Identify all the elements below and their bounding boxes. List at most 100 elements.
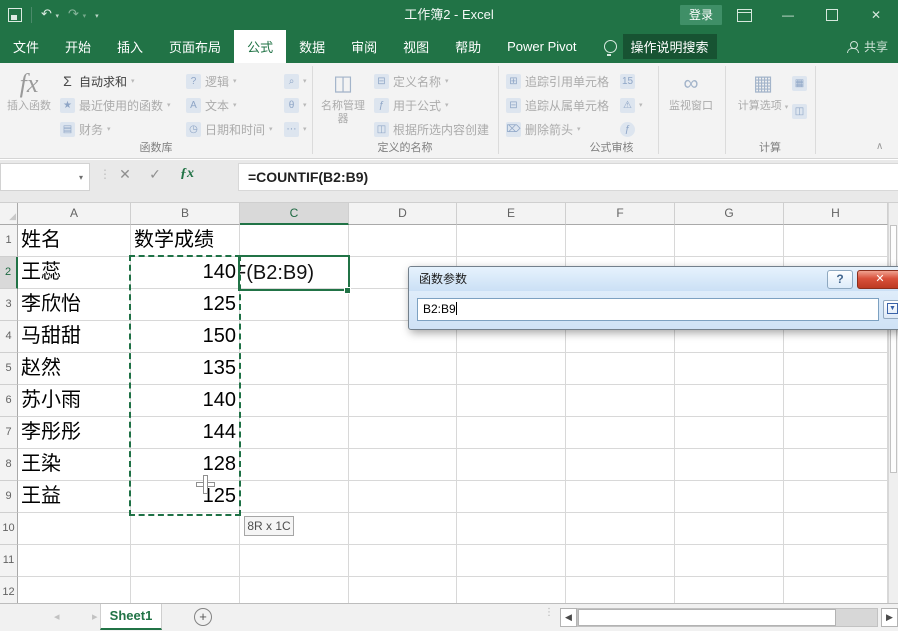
cell-A11[interactable] <box>18 545 131 577</box>
cell-B5[interactable]: 135 <box>131 353 240 385</box>
column-header-C[interactable]: C <box>240 203 349 225</box>
dialog-title-bar[interactable]: 函数参数 <box>409 267 898 291</box>
cell-H5[interactable] <box>784 353 888 385</box>
row-header-8[interactable]: 8 <box>0 449 18 481</box>
cell-A7[interactable]: 李彤彤 <box>18 417 131 449</box>
cell-A9[interactable]: 王益 <box>18 481 131 513</box>
cell-C9[interactable] <box>240 481 349 513</box>
tab-review[interactable]: 审阅 <box>338 30 390 63</box>
datetime-button[interactable]: ◷ 日期和时间 ▾ <box>186 119 273 139</box>
row-header-1[interactable]: 1 <box>0 225 18 257</box>
cell-D8[interactable] <box>349 449 457 481</box>
cell-C6[interactable] <box>240 385 349 417</box>
name-box[interactable]: ▾ <box>0 163 90 191</box>
cell-F11[interactable] <box>566 545 675 577</box>
row-header-11[interactable]: 11 <box>0 545 18 577</box>
cell-D5[interactable] <box>349 353 457 385</box>
cell-C8[interactable] <box>240 449 349 481</box>
cell-D12[interactable] <box>349 577 457 603</box>
row-header-10[interactable]: 10 <box>0 513 18 545</box>
tell-me-assist[interactable]: 操作说明搜索 <box>603 30 717 63</box>
cell-E7[interactable] <box>457 417 566 449</box>
cell-F9[interactable] <box>566 481 675 513</box>
cell-F6[interactable] <box>566 385 675 417</box>
cell-A1[interactable]: 姓名 <box>18 225 131 257</box>
close-button[interactable]: ✕ <box>854 0 898 30</box>
cell-B1[interactable]: 数学成绩 <box>131 225 240 257</box>
ribbon-display-options-button[interactable] <box>722 0 766 30</box>
column-header-F[interactable]: F <box>566 203 675 225</box>
redo-button[interactable]: ↷ ▾ <box>68 0 86 32</box>
row-header-7[interactable]: 7 <box>0 417 18 449</box>
vertical-scrollbar[interactable] <box>888 203 898 603</box>
cell-C12[interactable] <box>240 577 349 603</box>
cancel-button[interactable]: ✕ <box>114 166 136 183</box>
insert-function-button[interactable]: fx 插入函数 <box>2 66 56 138</box>
cell-A5[interactable]: 赵然 <box>18 353 131 385</box>
create-from-selection-button[interactable]: ◫ 根据所选内容创建 <box>374 119 489 139</box>
sheet-nav-next-button[interactable]: ▸ <box>92 610 98 623</box>
tab-splitter-handle[interactable]: ⋮ <box>544 608 554 618</box>
cell-H12[interactable] <box>784 577 888 603</box>
cell-F10[interactable] <box>566 513 675 545</box>
cell-H9[interactable] <box>784 481 888 513</box>
cell-H1[interactable] <box>784 225 888 257</box>
enter-button[interactable]: ✓ <box>144 166 166 183</box>
tab-view[interactable]: 视图 <box>390 30 442 63</box>
cell-A2[interactable]: 王蕊 <box>18 257 131 289</box>
login-button[interactable]: 登录 <box>680 5 723 25</box>
insert-function-fx-button[interactable]: ƒx <box>176 166 198 182</box>
name-box-dropdown-icon[interactable]: ▾ <box>79 173 83 182</box>
cell-D9[interactable] <box>349 481 457 513</box>
tab-help[interactable]: 帮助 <box>442 30 494 63</box>
column-header-B[interactable]: B <box>131 203 240 225</box>
cell-A4[interactable]: 马甜甜 <box>18 321 131 353</box>
evaluate-formula-button[interactable]: ƒ <box>620 119 635 139</box>
calculate-sheet-button[interactable]: ◫ <box>792 101 807 121</box>
row-header-9[interactable]: 9 <box>0 481 18 513</box>
row-header-2[interactable]: 2 <box>0 257 18 289</box>
save-icon[interactable] <box>8 8 22 22</box>
cell-G6[interactable] <box>675 385 784 417</box>
cell-D7[interactable] <box>349 417 457 449</box>
cell-F12[interactable] <box>566 577 675 603</box>
cell-A8[interactable]: 王染 <box>18 449 131 481</box>
autosum-button[interactable]: Σ 自动求和 ▾ <box>60 71 134 91</box>
cell-C11[interactable] <box>240 545 349 577</box>
text-functions-button[interactable]: A 文本 ▾ <box>186 95 237 115</box>
column-header-H[interactable]: H <box>784 203 888 225</box>
dialog-help-button[interactable]: ? <box>827 270 853 289</box>
cell-G12[interactable] <box>675 577 784 603</box>
row-header-4[interactable]: 4 <box>0 321 18 353</box>
select-all-corner[interactable]: ◢ <box>0 203 18 225</box>
cell-H10[interactable] <box>784 513 888 545</box>
cell-C3[interactable] <box>240 289 349 321</box>
use-in-formula-button[interactable]: ƒ 用于公式 ▾ <box>374 95 449 115</box>
column-header-G[interactable]: G <box>675 203 784 225</box>
math-trig-button[interactable]: θ ▾ <box>284 95 307 115</box>
tab-data[interactable]: 数据 <box>286 30 338 63</box>
remove-arrows-button[interactable]: ⌦ 删除箭头 ▾ <box>506 119 581 139</box>
cell-C1[interactable] <box>240 225 349 257</box>
row-header-3[interactable]: 3 <box>0 289 18 321</box>
cell-G10[interactable] <box>675 513 784 545</box>
dialog-close-button[interactable]: ✕ <box>857 270 898 289</box>
watch-window-button[interactable]: ∞ 监视窗口 <box>664 66 718 138</box>
cell-G5[interactable] <box>675 353 784 385</box>
cell-A10[interactable] <box>18 513 131 545</box>
cell-B11[interactable] <box>131 545 240 577</box>
collapse-ribbon-button[interactable]: ∧ <box>876 141 883 152</box>
fill-handle[interactable] <box>344 287 351 294</box>
trace-precedents-button[interactable]: ⊞ 追踪引用单元格 <box>506 71 609 91</box>
recent-functions-button[interactable]: ★ 最近使用的函数 ▾ <box>60 95 171 115</box>
row-header-6[interactable]: 6 <box>0 385 18 417</box>
column-header-A[interactable]: A <box>18 203 131 225</box>
tab-home[interactable]: 开始 <box>52 30 104 63</box>
column-header-E[interactable]: E <box>457 203 566 225</box>
sheet-nav-prev-button[interactable]: ◂ <box>54 610 60 623</box>
cell-D10[interactable] <box>349 513 457 545</box>
calculation-options-button[interactable]: ▦ 计算选项 ▾ <box>736 66 790 138</box>
maximize-button[interactable] <box>810 0 854 30</box>
cell-A3[interactable]: 李欣怡 <box>18 289 131 321</box>
undo-button[interactable]: ↶ ▾ <box>41 0 59 32</box>
